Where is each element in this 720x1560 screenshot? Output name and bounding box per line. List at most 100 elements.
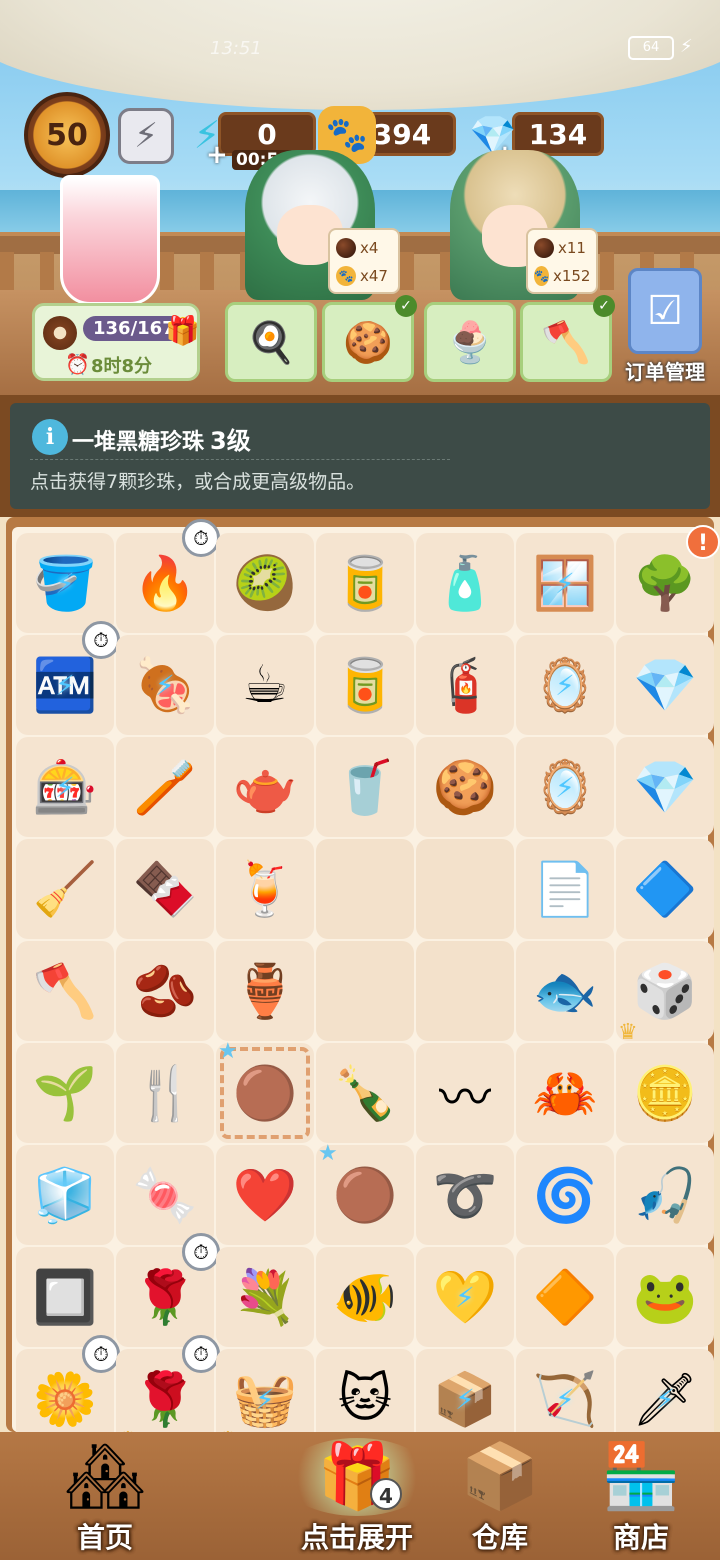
board-item-rose-heart[interactable]: 💐 <box>216 1247 314 1347</box>
brown-sugar-pearls-icon: 🟤 <box>232 1063 298 1124</box>
empty-cell[interactable] <box>416 839 514 939</box>
board-item-spray-bottle[interactable]: 🧯 <box>416 635 514 735</box>
nav-home[interactable]: 🏘 首页 <box>30 1438 180 1556</box>
alert-icon[interactable]: ! <box>686 525 720 559</box>
player-level-badge[interactable]: 50 <box>24 92 110 178</box>
board-item-big-grill[interactable]: 🍖 ⚡ <box>116 635 214 735</box>
diamond-icon: 🔷 <box>632 859 698 920</box>
nav-storage[interactable]: 📦 仓库 <box>425 1438 575 1556</box>
board-item-heart-frame[interactable]: 💛 ⚡ <box>416 1247 514 1347</box>
charging-icon: ⚡ <box>680 36 693 57</box>
board-item-glass-trays[interactable]: 🔲 <box>16 1247 114 1347</box>
board-item-petal-heart[interactable]: ❤️ <box>216 1145 314 1245</box>
board-item-paint-cans[interactable]: 🥫 <box>316 533 414 633</box>
board-item-tangram[interactable]: 🔶 <box>516 1247 614 1347</box>
board-item-ice-bucket[interactable]: 🪣 ⚡ <box>16 533 114 633</box>
board-item-string[interactable]: 〰 <box>416 1043 514 1143</box>
board-item-purple-fish[interactable]: 🐠 <box>316 1247 414 1347</box>
info-icon[interactable]: i <box>32 419 68 455</box>
clipboard-icon: ☑ <box>628 268 702 354</box>
board-item-paper[interactable]: 📄 <box>516 839 614 939</box>
board-item-diamond-pair[interactable]: 💎 <box>616 737 714 837</box>
board-item-fruit-plate[interactable]: 🥝 <box>216 533 314 633</box>
energy-bolt-icon: ⚡ <box>55 668 75 702</box>
board-item-watermelon-juice[interactable]: 🍹 <box>216 839 314 939</box>
nav-expand[interactable]: 🎁 4 点击展开 <box>282 1438 432 1556</box>
board-item-seedling-pot[interactable]: 🌱 <box>16 1043 114 1143</box>
order-card-axe[interactable]: 🪓 ✓ <box>520 295 615 382</box>
board-item-bottle-seaweed[interactable]: 🍾 <box>316 1043 414 1143</box>
energy-bolt-icon: ⚡ <box>55 770 75 804</box>
board-item-soda-can[interactable]: 🥤 <box>316 737 414 837</box>
board-item-diamond[interactable]: 🔷 <box>616 839 714 939</box>
energy-boost-icon[interactable]: ⚡ <box>118 108 174 164</box>
board-item-crab[interactable]: 🦀 <box>516 1043 614 1143</box>
tangram-icon: 🔶 <box>532 1267 598 1328</box>
coin-disc-icon: 🪙 <box>632 1063 698 1124</box>
diamond-pair-icon: 💎 <box>632 757 698 818</box>
board-item-money-tree[interactable]: 🌳! <box>616 525 720 633</box>
board-item-single-pearl[interactable]: 🟤 ★ <box>316 1141 414 1245</box>
order-management-button[interactable]: ☑ 订单管理 <box>615 268 715 388</box>
board-item-chocolate[interactable]: 🍫 <box>116 839 214 939</box>
board-item-rope-coil[interactable]: 🌀 <box>516 1145 614 1245</box>
board-item-rose-pot[interactable]: 🌹 ⏱ <box>116 1233 220 1347</box>
customer-order-bubble-2[interactable]: x11 🐾 x152 <box>526 228 598 294</box>
board-item-toothpaste[interactable]: 🪥 <box>116 737 214 837</box>
rose-bouquet-icon: 🌹 <box>132 1369 198 1430</box>
board-item-fish[interactable]: 🐟 <box>516 941 614 1041</box>
board-item-display-stand[interactable]: 🪟 ⚡ <box>516 533 614 633</box>
board-item-vase[interactable]: 🏺 <box>216 941 314 1041</box>
board-item-sprouting-bean[interactable]: 🫘 <box>116 941 214 1041</box>
order-card-dessert[interactable]: 🍨 <box>424 302 516 382</box>
board-item-frog[interactable]: 🐸 <box>616 1247 714 1347</box>
paw-coin-value: 394 <box>372 117 432 151</box>
board-item-glass-box[interactable]: 🧊 <box>16 1145 114 1245</box>
board-item-rope[interactable]: ➰ <box>416 1145 514 1245</box>
rope-coil-icon: 🌀 <box>532 1165 598 1226</box>
order-paw-reward: x47 <box>360 267 388 285</box>
order-card-cookies[interactable]: 🍪 ✓ <box>322 295 417 382</box>
order-pearl-count: x4 <box>360 239 379 257</box>
single-pearl-icon: 🟤 <box>332 1165 398 1226</box>
board-item-garden-fork[interactable]: 🍴 <box>116 1043 214 1143</box>
nav-shop[interactable]: 🏪 商店 <box>566 1438 716 1556</box>
pearl-icon <box>534 238 554 258</box>
board-item-candy[interactable]: 🍬 <box>116 1145 214 1245</box>
board-item-grill[interactable]: 🔥 ⏱ <box>116 519 220 633</box>
gift-icon[interactable]: 🎁 <box>165 314 200 347</box>
merge-board: 🪣 ⚡ 🔥 ⏱ 🥝 🥫 🧴 🪟 ⚡ 🌳! 🏧 ⚡ ⏱ 🍖 ⚡ ☕ 🥫 🧯 🪞 ⚡ 💎 🎰 ⚡ 🪥 🫖 🥤 🍪 🪞 ⚡ 💎 🧹 🍫 🍹 📄 🔷 🪓 🫘 🏺 🐟… <box>6 517 720 1453</box>
board-item-mirror-stand[interactable]: 🪞 ⚡ <box>516 737 614 837</box>
cookies-icon: 🍪 <box>343 319 393 366</box>
board-item-stand-frame[interactable]: 🪞 ⚡ <box>516 635 614 735</box>
grill-icon: 🔥 <box>132 553 198 614</box>
customer-order-bubble-1[interactable]: x4 🐾 x47 <box>328 228 400 294</box>
add-energy-button[interactable]: + <box>206 140 228 170</box>
board-item-paw-cookie[interactable]: 🍪 <box>416 737 514 837</box>
empty-cell[interactable] <box>316 941 414 1041</box>
board-item-fishing-float[interactable]: 🎣 <box>616 1145 714 1245</box>
board-item-claw-machine[interactable]: 🎰 ⚡ <box>16 737 114 837</box>
board-item-detergent-bottle[interactable]: 🧴 <box>416 533 514 633</box>
umbrella-canopy <box>0 0 720 110</box>
detergent-bottle-icon: 🧴 <box>432 553 498 614</box>
stall-progress-panel[interactable]: 136/167 🎁 ⏰ 8时8分 <box>32 303 200 381</box>
board-item-coin-disc[interactable]: 🪙 <box>616 1043 714 1143</box>
seedling-pot-icon: 🌱 <box>32 1063 98 1124</box>
board-item-brown-sugar-pearls[interactable]: 🟤 ★ <box>216 1039 314 1143</box>
pearl-icon <box>336 238 356 258</box>
soda-can-icon: 🥤 <box>332 757 398 818</box>
board-item-rake[interactable]: 🧹 <box>16 839 114 939</box>
order-card-grill[interactable]: 🍳 <box>225 302 317 382</box>
mystery-box-icon: 🎲 <box>632 961 698 1022</box>
board-item-teapot[interactable]: 🫖 <box>216 737 314 837</box>
board-item-vending-machine[interactable]: 🏧 ⚡ ⏱ <box>16 621 120 735</box>
board-item-tin-can[interactable]: 🥫 <box>316 635 414 735</box>
board-item-axe[interactable]: 🪓 <box>16 941 114 1041</box>
board-item-coffee-cup[interactable]: ☕ <box>216 635 314 735</box>
check-icon: ✓ <box>593 295 615 317</box>
empty-cell[interactable] <box>316 839 414 939</box>
board-item-diamond-pile[interactable]: 💎 <box>616 635 714 735</box>
empty-cell[interactable] <box>416 941 514 1041</box>
board-item-mystery-box[interactable]: 🎲 ♛ <box>616 941 714 1045</box>
